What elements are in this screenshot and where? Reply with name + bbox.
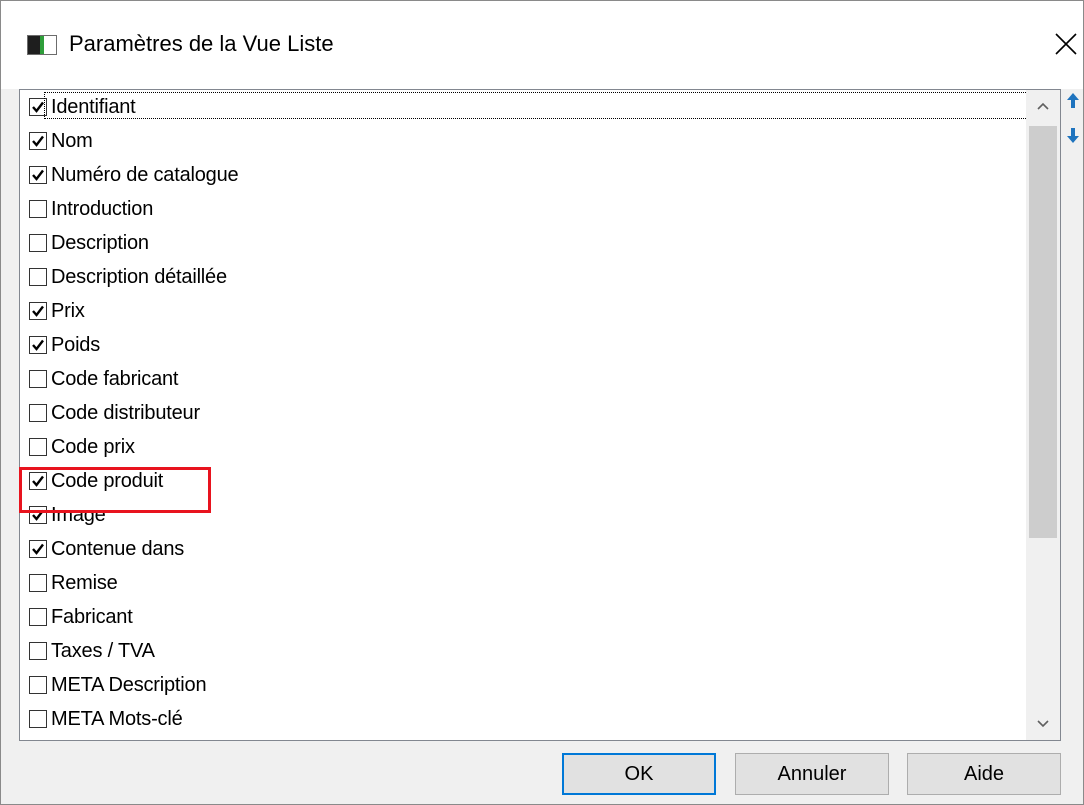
checkbox-unchecked[interactable]	[29, 676, 47, 694]
column-checklist[interactable]: Identifiant Nom Numéro de catalogue Introdu…	[19, 89, 1061, 741]
title-bar[interactable]: Paramètres de la Vue Liste	[1, 1, 1083, 89]
checkmark-icon	[32, 543, 44, 555]
checkmark-icon	[32, 509, 44, 521]
list-item-label: Introduction	[51, 198, 154, 220]
checkmark-icon	[32, 305, 44, 317]
list-item[interactable]: Taxes / TVA	[29, 636, 1024, 668]
checkbox-unchecked[interactable]	[29, 404, 47, 422]
list-item-label: Description détaillée	[51, 266, 227, 288]
checkmark-icon	[32, 135, 44, 147]
checkmark-icon	[32, 169, 44, 181]
help-button[interactable]: Aide	[907, 753, 1061, 795]
list-item[interactable]: Fabricant	[29, 602, 1024, 634]
arrow-up-icon	[1067, 93, 1079, 108]
checkbox-unchecked[interactable]	[29, 710, 47, 728]
list-item-label: Prix	[51, 300, 85, 322]
list-item-label: Poids	[51, 334, 101, 356]
list-item-label: Remise	[51, 572, 118, 594]
vertical-scrollbar[interactable]	[1026, 90, 1060, 740]
checkbox-checked[interactable]	[29, 506, 47, 524]
app-window-icon	[27, 35, 57, 55]
list-item[interactable]: Code produit	[29, 466, 1024, 498]
list-item[interactable]: Code fabricant	[29, 364, 1024, 396]
checkbox-unchecked[interactable]	[29, 370, 47, 388]
list-item[interactable]: Prix	[29, 296, 1024, 328]
checkbox-checked[interactable]	[29, 302, 47, 320]
move-up-button[interactable]	[1065, 91, 1081, 111]
checkbox-unchecked[interactable]	[29, 608, 47, 626]
checkbox-unchecked[interactable]	[29, 200, 47, 218]
list-item-label: Taxes / TVA	[51, 640, 155, 662]
list-item[interactable]: META Description	[29, 670, 1024, 702]
list-item-label: Code distributeur	[51, 402, 200, 424]
list-item-label: Code prix	[51, 436, 135, 458]
checkbox-checked[interactable]	[29, 336, 47, 354]
move-down-button[interactable]	[1065, 125, 1081, 145]
list-item-label: Code fabricant	[51, 368, 179, 390]
list-item[interactable]: Numéro de catalogue	[29, 160, 1024, 192]
list-item-label: Fabricant	[51, 606, 133, 628]
checkbox-unchecked[interactable]	[29, 268, 47, 286]
list-item-label: META Mots-clé	[51, 708, 183, 730]
list-item[interactable]: Poids	[29, 330, 1024, 362]
checkbox-checked[interactable]	[29, 166, 47, 184]
list-item[interactable]: Description	[29, 228, 1024, 260]
list-item-label: Description	[51, 232, 149, 254]
list-item[interactable]: Code distributeur	[29, 398, 1024, 430]
checkbox-checked[interactable]	[29, 472, 47, 490]
list-item-label: Numéro de catalogue	[51, 164, 239, 186]
checkbox-checked[interactable]	[29, 540, 47, 558]
focus-rectangle	[44, 92, 1038, 119]
list-item-label: Nom	[51, 130, 93, 152]
checkbox-unchecked[interactable]	[29, 438, 47, 456]
ok-button[interactable]: OK	[562, 753, 716, 795]
list-item[interactable]: Introduction	[29, 194, 1024, 226]
list-item-label: Code produit	[51, 470, 164, 492]
checkbox-unchecked[interactable]	[29, 642, 47, 660]
list-item[interactable]: Image	[29, 500, 1024, 532]
list-item-label: META Description	[51, 674, 207, 696]
arrow-down-icon	[1067, 128, 1079, 143]
list-item-label: Contenue dans	[51, 538, 185, 560]
checkbox-unchecked[interactable]	[29, 234, 47, 252]
list-view-settings-dialog: Paramètres de la Vue Liste Identifiant No…	[0, 0, 1084, 805]
checkmark-icon	[32, 339, 44, 351]
list-item[interactable]: Contenue dans	[29, 534, 1024, 566]
chevron-down-icon	[1037, 720, 1049, 728]
close-icon	[1055, 33, 1077, 55]
list-item[interactable]: Nom	[29, 126, 1024, 158]
close-button[interactable]	[1047, 23, 1083, 67]
checkmark-icon	[32, 475, 44, 487]
checkbox-checked[interactable]	[29, 132, 47, 150]
chevron-up-icon	[1037, 102, 1049, 110]
list-item-label: Image	[51, 504, 106, 526]
checkmark-icon	[32, 101, 44, 113]
list-item[interactable]: Code prix	[29, 432, 1024, 464]
dialog-title: Paramètres de la Vue Liste	[69, 31, 334, 56]
scroll-down-button[interactable]	[1026, 706, 1060, 740]
checkbox-unchecked[interactable]	[29, 574, 47, 592]
list-item[interactable]: Remise	[29, 568, 1024, 600]
cancel-button[interactable]: Annuler	[735, 753, 889, 795]
scroll-up-button[interactable]	[1026, 90, 1060, 124]
scroll-thumb[interactable]	[1029, 126, 1057, 538]
list-item[interactable]: Description détaillée	[29, 262, 1024, 294]
list-item[interactable]: META Mots-clé	[29, 704, 1024, 736]
